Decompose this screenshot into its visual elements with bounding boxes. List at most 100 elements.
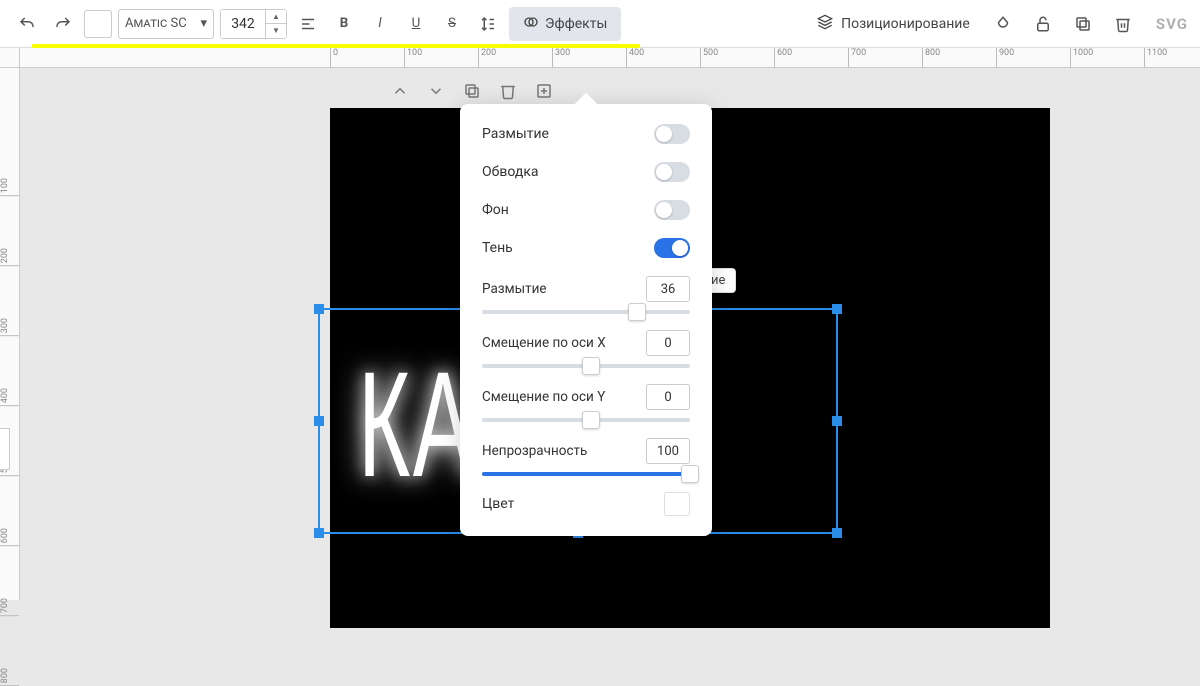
font-size-input[interactable]	[221, 10, 265, 38]
highlight-underline	[32, 44, 640, 48]
shadow-offsety-row: Смещение по оси Y	[482, 384, 690, 422]
ruler-h-tick: 400	[626, 48, 644, 67]
context-duplicate-button[interactable]	[457, 76, 487, 106]
shadow-color-swatch[interactable]	[664, 492, 690, 516]
font-size-control: ▲ ▼	[220, 9, 287, 39]
selection-handle-ml[interactable]	[314, 416, 324, 426]
align-button[interactable]	[293, 9, 323, 39]
ruler-h-tick: 700	[848, 48, 866, 67]
ruler-v-tick: 100	[0, 178, 19, 196]
move-up-button[interactable]	[385, 76, 415, 106]
duplicate-button[interactable]	[1068, 9, 1098, 39]
ruler-v-tick: 800	[0, 668, 19, 686]
shadow-blur-slider[interactable]	[482, 310, 690, 314]
layers-icon	[817, 14, 833, 34]
shadow-opacity-slider[interactable]	[482, 472, 690, 476]
ruler-v-tick: 600	[0, 528, 19, 546]
shadow-offsetx-input[interactable]	[646, 330, 690, 356]
selection-handle-mr[interactable]	[832, 416, 842, 426]
effect-blur-toggle[interactable]	[654, 124, 690, 144]
side-tab-handle[interactable]	[0, 428, 10, 470]
shadow-color-label: Цвет	[482, 496, 514, 512]
effect-stroke-toggle[interactable]	[654, 162, 690, 182]
bold-button[interactable]: B	[329, 9, 359, 39]
move-down-button[interactable]	[421, 76, 451, 106]
shadow-offsetx-slider[interactable]	[482, 364, 690, 368]
font-size-up-button[interactable]: ▲	[266, 10, 286, 24]
selection-handle-tr[interactable]	[832, 304, 842, 314]
shadow-offsety-input[interactable]	[646, 384, 690, 410]
ruler-h-tick: 0	[330, 48, 338, 67]
font-name-label: Amatic SC	[125, 16, 187, 31]
underline-button[interactable]: U	[401, 9, 431, 39]
toolbar-right: Позиционирование SVG	[809, 9, 1188, 39]
shadow-opacity-label: Непрозрачность	[482, 443, 587, 459]
ruler-h-tick: 1000	[1070, 48, 1093, 67]
ruler-v-tick: 200	[0, 248, 19, 266]
effects-icon	[523, 14, 539, 34]
redo-button[interactable]	[48, 9, 78, 39]
context-delete-button[interactable]	[493, 76, 523, 106]
selection-handle-bl[interactable]	[314, 528, 324, 538]
effect-row-shadow: Тень	[482, 238, 690, 258]
positioning-label: Позиционирование	[841, 16, 970, 32]
shadow-opacity-input[interactable]	[646, 438, 690, 464]
delete-button[interactable]	[1108, 9, 1138, 39]
ruler-h-tick: 900	[996, 48, 1014, 67]
ruler-v-tick: 300	[0, 318, 19, 336]
font-family-select[interactable]: Amatic SC ▾	[118, 9, 214, 39]
ruler-h-tick: 600	[774, 48, 792, 67]
shadow-offsetx-label: Смещение по оси X	[482, 335, 606, 351]
shadow-blur-row: Размытие	[482, 276, 690, 314]
text-color-picker[interactable]	[84, 10, 112, 38]
ruler-h-tick: 500	[700, 48, 718, 67]
shadow-blur-input[interactable]	[646, 276, 690, 302]
effect-shadow-label: Тень	[482, 240, 513, 256]
ruler-horizontal[interactable]: 0 100 200 300 400 500 600 700 800 900 1000 1100	[20, 48, 1200, 68]
positioning-button[interactable]: Позиционирование	[809, 10, 978, 38]
ruler-h-tick: 800	[922, 48, 940, 67]
selection-handle-tl[interactable]	[314, 304, 324, 314]
font-size-down-button[interactable]: ▼	[266, 24, 286, 38]
svg-badge: SVG	[1156, 15, 1188, 33]
effect-row-stroke: Обводка	[482, 162, 690, 182]
context-add-button[interactable]	[529, 76, 559, 106]
effect-stroke-label: Обводка	[482, 164, 539, 180]
workspace: 0 100 200 300 400 500 600 700 800 900 1000 1100 100…	[0, 48, 1200, 600]
main-toolbar: Amatic SC ▾ ▲ ▼ B I U S Эффекты Позицион…	[0, 0, 1200, 48]
opacity-button[interactable]	[988, 9, 1018, 39]
toolbar-left: Amatic SC ▾ ▲ ▼ B I U S Эффекты	[12, 7, 621, 41]
shadow-offsetx-row: Смещение по оси X	[482, 330, 690, 368]
italic-button[interactable]: I	[365, 9, 395, 39]
effect-background-label: Фон	[482, 202, 509, 218]
ruler-h-tick: 300	[552, 48, 570, 67]
shadow-color-row: Цвет	[482, 492, 690, 516]
shadow-offsety-label: Смещение по оси Y	[482, 389, 605, 405]
ruler-h-tick: 1100	[1144, 48, 1167, 67]
chevron-down-icon: ▾	[200, 16, 207, 31]
line-height-button[interactable]	[473, 9, 503, 39]
undo-button[interactable]	[12, 9, 42, 39]
shadow-blur-label: Размытие	[482, 281, 547, 297]
ruler-h-tick: 200	[478, 48, 496, 67]
selection-handle-br[interactable]	[832, 528, 842, 538]
effects-button[interactable]: Эффекты	[509, 7, 621, 41]
canvas-context-toolbar	[385, 76, 559, 106]
effects-panel: Размытие Обводка Фон Тень Размытие	[460, 104, 712, 536]
ruler-vertical[interactable]: 100200300400500600700800	[0, 68, 20, 600]
shadow-opacity-row: Непрозрачность	[482, 438, 690, 476]
font-size-spinner: ▲ ▼	[265, 10, 286, 38]
shadow-offsety-slider[interactable]	[482, 418, 690, 422]
strikethrough-button[interactable]: S	[437, 9, 467, 39]
lock-button[interactable]	[1028, 9, 1058, 39]
effect-row-background: Фон	[482, 200, 690, 220]
ruler-v-tick: 700	[0, 598, 19, 616]
effects-label: Эффекты	[545, 16, 607, 32]
ruler-corner	[0, 48, 20, 68]
effect-blur-label: Размытие	[482, 126, 549, 142]
ruler-h-tick: 100	[404, 48, 422, 67]
effect-background-toggle[interactable]	[654, 200, 690, 220]
ruler-v-tick: 400	[0, 388, 19, 406]
effect-row-blur: Размытие	[482, 124, 690, 144]
effect-shadow-toggle[interactable]	[654, 238, 690, 258]
